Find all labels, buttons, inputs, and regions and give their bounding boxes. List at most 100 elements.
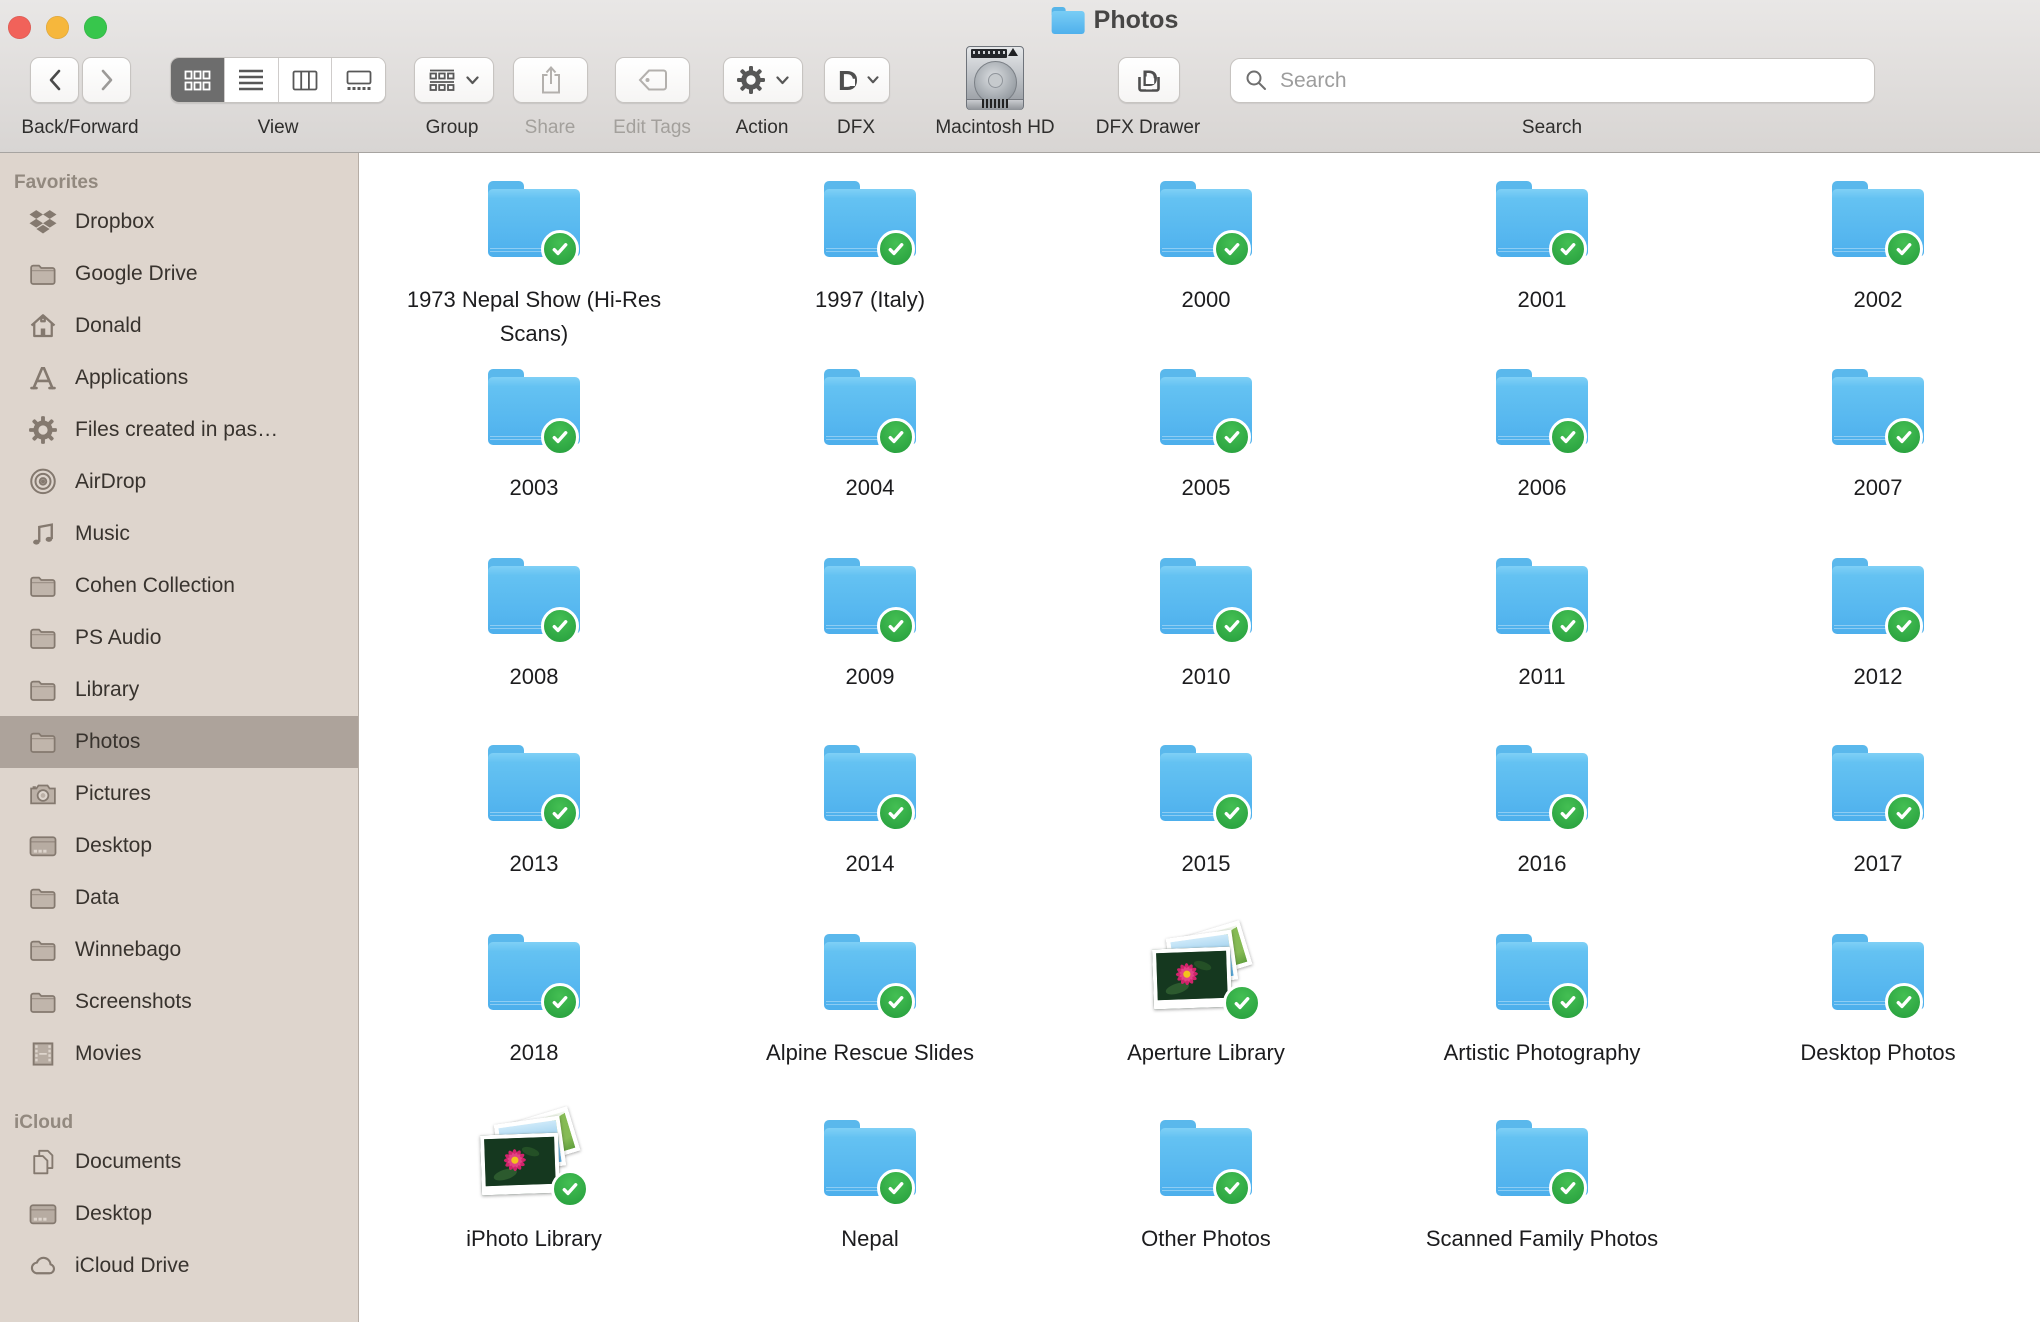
dfx-d-icon: D [836, 65, 863, 95]
folder-icon [824, 934, 916, 1010]
file-item-2002[interactable]: 2002 [1710, 157, 2040, 317]
sidebar-item-screenshots[interactable]: Screenshots [0, 976, 358, 1028]
sidebar-item-files-created-in-pas[interactable]: Files created in pas… [0, 404, 358, 456]
sync-check-badge-icon [541, 983, 579, 1021]
file-item-2010[interactable]: 2010 [1038, 534, 1374, 694]
file-item-2008[interactable]: 2008 [366, 534, 702, 694]
sync-check-badge-icon [1549, 983, 1587, 1021]
dfx-drawer-button[interactable]: D [1118, 57, 1180, 103]
sync-check-badge-icon [541, 607, 579, 645]
file-item-artistic-photography[interactable]: Artistic Photography [1374, 910, 1710, 1070]
sidebar-item-cohen-collection[interactable]: Cohen Collection [0, 560, 358, 612]
edit-tags-button[interactable] [615, 57, 690, 103]
dfx-button[interactable]: D [824, 57, 890, 103]
icon-view-button[interactable] [171, 58, 225, 102]
file-item-other-photos[interactable]: Other Photos [1038, 1096, 1374, 1256]
chevron-right-icon [99, 68, 115, 92]
file-item-2007[interactable]: 2007 [1710, 345, 2040, 505]
file-item-2009[interactable]: 2009 [702, 534, 1038, 694]
file-icon-area [1710, 534, 2040, 658]
gallery-view-button[interactable] [332, 58, 385, 102]
file-item-2004[interactable]: 2004 [702, 345, 1038, 505]
forward-button[interactable] [82, 57, 131, 103]
sidebar-item-library[interactable]: Library [0, 664, 358, 716]
photo-library-icon [481, 1114, 587, 1202]
file-item-iphoto-library[interactable]: iPhoto Library [366, 1096, 702, 1256]
sidebar-item-photos[interactable]: Photos [0, 716, 358, 768]
file-item-2006[interactable]: 2006 [1374, 345, 1710, 505]
file-item-2012[interactable]: 2012 [1710, 534, 2040, 694]
file-icon-area [702, 721, 1038, 845]
sync-check-badge-icon [1549, 1169, 1587, 1207]
traffic-lights [8, 16, 107, 39]
file-label: Artistic Photography [1444, 1036, 1641, 1070]
file-item-2015[interactable]: 2015 [1038, 721, 1374, 881]
sync-check-badge-icon [1549, 794, 1587, 832]
sidebar-item-applications[interactable]: Applications [0, 352, 358, 404]
file-icon-area [1374, 345, 1710, 469]
file-item-2018[interactable]: 2018 [366, 910, 702, 1070]
sidebar-item-label: Applications [75, 366, 188, 390]
folder-icon [1832, 369, 1924, 445]
group-button[interactable] [414, 57, 494, 103]
sync-check-badge-icon [877, 230, 915, 268]
file-item-alpine-rescue-slides[interactable]: Alpine Rescue Slides [702, 910, 1038, 1070]
list-view-button[interactable] [225, 58, 279, 102]
sidebar-item-pictures[interactable]: Pictures [0, 768, 358, 820]
macintosh-hd-icon[interactable] [966, 46, 1024, 110]
file-item-2017[interactable]: 2017 [1710, 721, 2040, 881]
file-item-2005[interactable]: 2005 [1038, 345, 1374, 505]
file-item-2016[interactable]: 2016 [1374, 721, 1710, 881]
sidebar-item-donald[interactable]: Donald [0, 300, 358, 352]
sidebar-item-movies[interactable]: Movies [0, 1028, 358, 1080]
file-item-scanned-family-photos[interactable]: Scanned Family Photos [1374, 1096, 1710, 1256]
file-item-2003[interactable]: 2003 [366, 345, 702, 505]
file-item-desktop-photos[interactable]: Desktop Photos [1710, 910, 2040, 1070]
folder-icon [1496, 558, 1588, 634]
file-item-1997-italy[interactable]: 1997 (Italy) [702, 157, 1038, 317]
folder-icon [1832, 558, 1924, 634]
file-item-2001[interactable]: 2001 [1374, 157, 1710, 317]
sidebar-item-dropbox[interactable]: Dropbox [0, 196, 358, 248]
minimize-button[interactable] [46, 16, 69, 39]
file-icon-area [1374, 1096, 1710, 1220]
file-label: 2005 [1182, 471, 1231, 505]
sync-check-badge-icon [877, 983, 915, 1021]
file-label: Desktop Photos [1800, 1036, 1955, 1070]
file-item-2014[interactable]: 2014 [702, 721, 1038, 881]
folder-icon [824, 181, 916, 257]
file-icon-area [1374, 534, 1710, 658]
action-button[interactable] [723, 57, 803, 103]
group-by-icon [429, 69, 455, 91]
sidebar-item-google-drive[interactable]: Google Drive [0, 248, 358, 300]
dfx-drawer-icon: D [1133, 64, 1165, 96]
sidebar-item-icloud-drive[interactable]: iCloud Drive [0, 1240, 358, 1292]
file-item-2011[interactable]: 2011 [1374, 534, 1710, 694]
fullscreen-button[interactable] [84, 16, 107, 39]
sidebar-item-winnebago[interactable]: Winnebago [0, 924, 358, 976]
sidebar-item-documents[interactable]: Documents [0, 1136, 358, 1188]
sidebar-item-desktop[interactable]: Desktop [0, 820, 358, 872]
file-item-2013[interactable]: 2013 [366, 721, 702, 881]
search-input[interactable] [1278, 68, 1860, 94]
sidebar-item-label: Desktop [75, 834, 152, 858]
view-segmented-control [170, 57, 386, 103]
file-item-2000[interactable]: 2000 [1038, 157, 1374, 317]
file-item-nepal[interactable]: Nepal [702, 1096, 1038, 1256]
file-item-aperture-library[interactable]: Aperture Library [1038, 910, 1374, 1070]
sidebar-item-data[interactable]: Data [0, 872, 358, 924]
sidebar-item-label: Data [75, 886, 119, 910]
sidebar-item-music[interactable]: Music [0, 508, 358, 560]
file-item-1973-nepal-show-hi-res-scans[interactable]: 1973 Nepal Show (Hi-Res Scans) [366, 157, 702, 351]
back-button[interactable] [30, 57, 79, 103]
column-view-button[interactable] [279, 58, 333, 102]
sidebar-item-ps-audio[interactable]: PS Audio [0, 612, 358, 664]
music-icon [27, 519, 58, 550]
folder-icon [27, 675, 58, 706]
sidebar-item-airdrop[interactable]: AirDrop [0, 456, 358, 508]
file-label: 2013 [510, 847, 559, 881]
share-button[interactable] [513, 57, 588, 103]
chevron-down-icon [867, 76, 879, 84]
close-button[interactable] [8, 16, 31, 39]
sidebar-item-desktop[interactable]: Desktop [0, 1188, 358, 1240]
